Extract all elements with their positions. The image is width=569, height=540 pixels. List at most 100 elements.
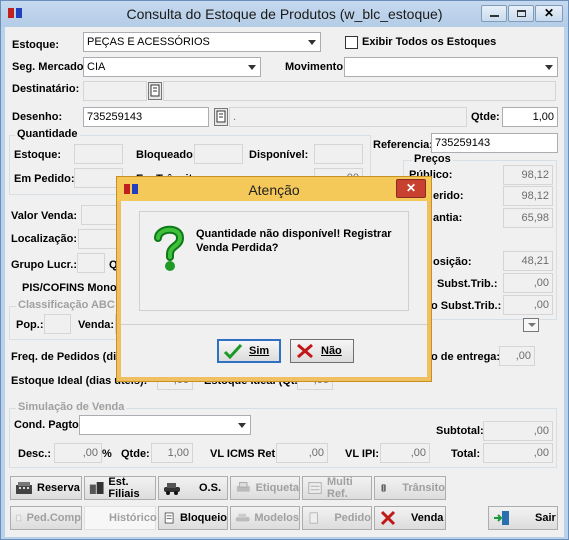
dialog-separator [121, 324, 427, 325]
est-filiais-button[interactable]: Est. Filiais [84, 476, 156, 500]
localizacao-field[interactable] [78, 229, 121, 249]
historico-button[interactable]: Histórico [84, 506, 157, 530]
simulacao-title: Simulação de Venda [16, 401, 127, 413]
reserva-button[interactable]: Reserva [10, 476, 82, 500]
garantia-field[interactable]: 65,98 [503, 208, 553, 228]
garantia-label: antia: [433, 212, 463, 224]
sugerido-label: erido: [433, 190, 464, 202]
pop-field[interactable] [44, 314, 71, 334]
dialog-body: Quantidade não disponível! Registrar Ven… [121, 201, 427, 377]
ped-comp-button[interactable]: Ped.Comp [10, 506, 82, 530]
pis-cofins-label: PIS/COFINS Monofá [22, 282, 127, 294]
destinatario-lookup-button[interactable] [148, 82, 162, 100]
dialog-message-box: Quantidade não disponível! Registrar Ven… [139, 211, 409, 311]
chevron-down-icon [545, 65, 553, 70]
total-field[interactable]: ,00 [483, 443, 553, 463]
valor-venda-field[interactable] [81, 205, 121, 225]
destinatario-code-field[interactable] [83, 81, 147, 101]
qtde-label: Qtde: [471, 111, 500, 123]
subtotal-field[interactable]: ,00 [483, 421, 553, 441]
sair-button-label: Sair [535, 512, 556, 524]
list-icon [308, 482, 322, 494]
cond-pagto-select[interactable] [79, 415, 251, 435]
vl-ipi-label: VL IPI: [345, 448, 380, 460]
dialog-yes-label: Sim [249, 345, 270, 357]
qtde-field[interactable]: 1,00 [502, 107, 558, 127]
seg-mercado-label: Seg. Mercado: [12, 61, 88, 73]
lock-document-icon [164, 512, 174, 524]
buildings-icon [89, 482, 104, 494]
sim-qtde-field[interactable]: 1,00 [151, 443, 193, 463]
etiqueta-button[interactable]: Etiqueta [230, 476, 300, 500]
seg-mercado-select[interactable]: CIA [83, 57, 261, 77]
sim-qtde-label: Qtde: [121, 448, 150, 460]
quantidade-group-title: Quantidade [15, 128, 80, 140]
movimento-select[interactable] [344, 57, 558, 77]
quantidade-estoque-field[interactable] [74, 144, 123, 164]
desenho-lookup-button[interactable] [214, 108, 228, 126]
reserva-button-label: Reserva [37, 482, 80, 494]
cond-pagto-label: Cond. Pagto: [14, 419, 83, 431]
venda-abc-label: Venda: [78, 319, 115, 331]
estoque-select-value: PEÇAS E ACESSÓRIOS [87, 36, 210, 48]
red-x-icon [380, 510, 396, 526]
estoque-select[interactable]: PEÇAS E ACESSÓRIOS [83, 32, 321, 52]
desc-label: Desc.: [18, 448, 52, 460]
traffic-light-icon [381, 484, 386, 492]
dialog-no-button[interactable]: Não [290, 339, 354, 363]
grupo-lucr-field[interactable] [77, 253, 105, 273]
disponivel-field[interactable] [314, 144, 363, 164]
minimize-icon [490, 15, 499, 17]
transito-button[interactable]: Trânsito [374, 476, 446, 500]
estoque-label: Estoque: [12, 39, 60, 51]
exibir-todos-label: Exibir Todos os Estoques [362, 36, 497, 48]
desenho-description-field[interactable]: . [229, 107, 467, 127]
vl-ipi-field[interactable]: ,00 [380, 443, 430, 463]
modelos-button[interactable]: Modelos [230, 506, 300, 530]
venda-button[interactable]: Venda [374, 506, 446, 530]
sugerido-field[interactable]: 98,12 [503, 186, 553, 206]
close-button[interactable]: ✕ [535, 5, 563, 22]
bloqueado-field[interactable] [194, 144, 243, 164]
precos-dropdown-button[interactable] [523, 318, 539, 332]
multi-ref-button[interactable]: Multi Ref. [302, 476, 372, 500]
document-icon [16, 514, 22, 522]
bloqueio-button[interactable]: Bloqueio [158, 506, 228, 530]
sair-button[interactable]: Sair [488, 506, 558, 530]
destinatario-name-field[interactable] [163, 81, 556, 101]
disponivel-label: Disponível: [249, 149, 309, 161]
attention-dialog: Atenção ✕ Quantidade não disponível! Reg… [116, 176, 432, 382]
grupo-lucr-label: Grupo Lucr.: [11, 259, 77, 271]
bloqueado-label: Bloqueado: [136, 149, 197, 161]
dialog-close-button[interactable]: ✕ [396, 179, 426, 198]
exibir-todos-checkbox[interactable] [345, 36, 358, 49]
prazo-entrega-field[interactable]: ,00 [499, 346, 535, 366]
maximize-button[interactable] [508, 5, 534, 22]
vl-icms-field[interactable]: ,00 [276, 443, 328, 463]
desenho-field[interactable]: 735259143 [83, 107, 209, 127]
pedido-button[interactable]: Pedido [302, 506, 372, 530]
printer-icon [236, 482, 250, 492]
subst-trib-field[interactable]: ,00 [503, 273, 553, 293]
publico-field[interactable]: 98,12 [503, 165, 553, 185]
o-subst-trib-field[interactable]: ,00 [503, 295, 553, 315]
car-icon [235, 513, 250, 522]
minimize-button[interactable] [481, 5, 507, 22]
title-bar: Consulta do Estoque de Produtos (w_blc_e… [1, 1, 568, 27]
multi-ref-button-label: Multi Ref. [327, 476, 353, 500]
desenho-label: Desenho: [12, 111, 63, 123]
classificacao-title: Classificação ABC [16, 299, 117, 311]
referencia-field[interactable]: 735259143 [431, 133, 558, 153]
prazo-entrega-label: o de entrega: [431, 351, 501, 363]
dialog-message: Quantidade não disponível! Registrar Ven… [196, 228, 392, 254]
os-button[interactable]: O.S. [158, 476, 228, 500]
localizacao-label: Localização: [11, 233, 78, 245]
reposicao-field[interactable]: 48,21 [503, 251, 553, 271]
document-icon [150, 84, 160, 97]
bloqueio-button-label: Bloqueio [179, 512, 227, 524]
movimento-label: Movimento: [285, 61, 347, 73]
desc-field[interactable]: ,00 [54, 443, 102, 463]
close-icon: ✕ [405, 181, 417, 195]
dialog-yes-button[interactable]: Sim [217, 339, 281, 363]
dialog-title: Atenção [248, 182, 300, 198]
